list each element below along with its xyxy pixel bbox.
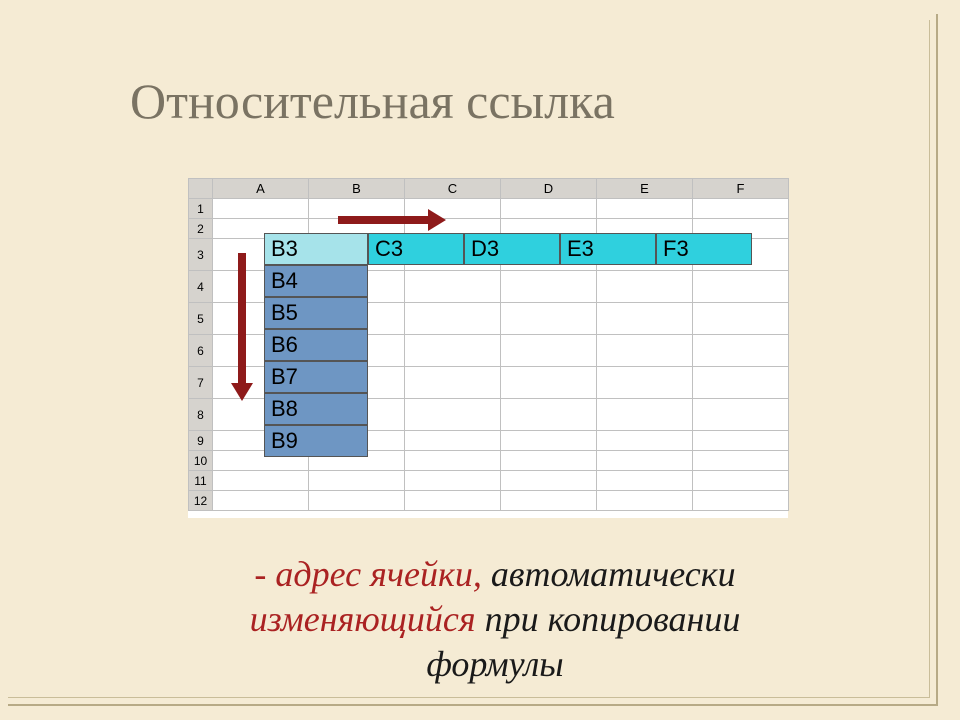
caption-part4: при копировании bbox=[476, 599, 741, 639]
row-header: 10 bbox=[189, 451, 213, 471]
caption-part3: изменяющийся bbox=[250, 599, 476, 639]
col-header: D bbox=[501, 179, 597, 199]
spreadsheet-screenshot: A B C D E F 1 2 3 4 5 6 7 8 9 10 11 12 B… bbox=[188, 178, 788, 518]
cell-e3: E3 bbox=[560, 233, 656, 265]
cell-b5: B5 bbox=[264, 297, 368, 329]
slide-title: Относительная ссылка bbox=[130, 72, 615, 130]
caption-dash: - bbox=[254, 554, 275, 594]
caption-part5: формулы bbox=[426, 644, 563, 684]
row-header: 12 bbox=[189, 491, 213, 511]
col-header: A bbox=[213, 179, 309, 199]
cell-c3: C3 bbox=[368, 233, 464, 265]
row-header: 3 bbox=[189, 239, 213, 271]
cell-f3: F3 bbox=[656, 233, 752, 265]
row-header: 5 bbox=[189, 303, 213, 335]
col-header: F bbox=[693, 179, 789, 199]
row-header: 8 bbox=[189, 399, 213, 431]
arrow-down-icon bbox=[238, 253, 246, 383]
col-header: C bbox=[405, 179, 501, 199]
col-header: B bbox=[309, 179, 405, 199]
cell-b4: B4 bbox=[264, 265, 368, 297]
cell-b3: B3 bbox=[264, 233, 368, 265]
col-header: E bbox=[597, 179, 693, 199]
caption-part2: автоматически bbox=[482, 554, 736, 594]
header-corner bbox=[189, 179, 213, 199]
arrow-right-icon bbox=[338, 216, 428, 224]
cell-b6: B6 bbox=[264, 329, 368, 361]
row-header: 4 bbox=[189, 271, 213, 303]
row-header: 2 bbox=[189, 219, 213, 239]
caption-part1: адрес ячейки, bbox=[275, 554, 481, 594]
row-header: 6 bbox=[189, 335, 213, 367]
row-header: 7 bbox=[189, 367, 213, 399]
cell-b8: B8 bbox=[264, 393, 368, 425]
row-header: 11 bbox=[189, 471, 213, 491]
cell-b9: B9 bbox=[264, 425, 368, 457]
row-header: 1 bbox=[189, 199, 213, 219]
cell-d3: D3 bbox=[464, 233, 560, 265]
slide-caption: - адрес ячейки, автоматически изменяющий… bbox=[120, 552, 870, 687]
cell-b7: B7 bbox=[264, 361, 368, 393]
row-header: 9 bbox=[189, 431, 213, 451]
